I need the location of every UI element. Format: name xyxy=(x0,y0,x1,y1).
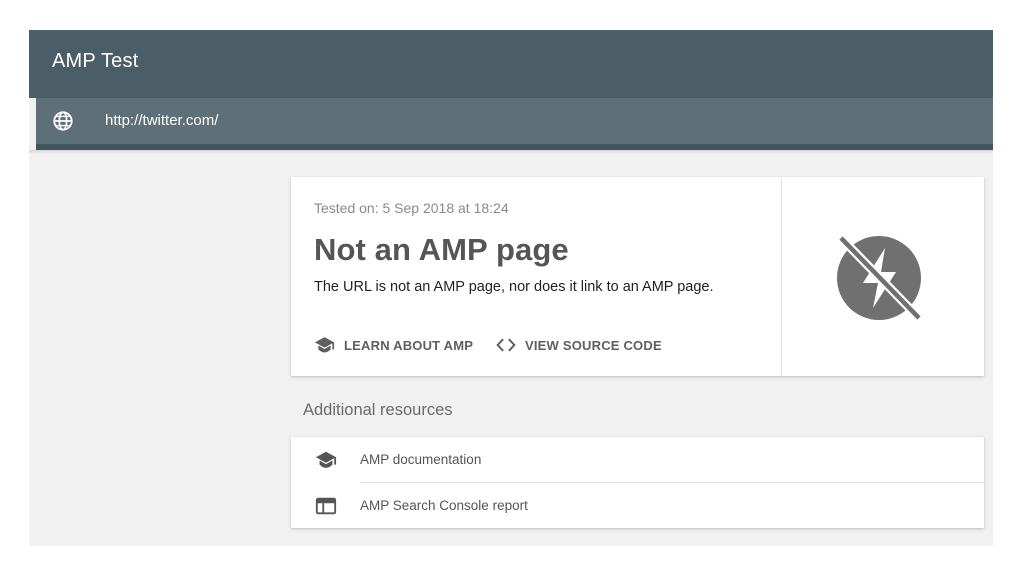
resource-label: AMP documentation xyxy=(360,452,482,467)
resource-item-amp-documentation[interactable]: AMP documentation xyxy=(291,437,984,482)
resource-label: AMP Search Console report xyxy=(360,498,528,513)
result-card: Tested on: 5 Sep 2018 at 18:24 Not an AM… xyxy=(291,177,984,376)
app-window: AMP Test http://twitter.com/ Tested on: … xyxy=(29,30,993,546)
tested-on-timestamp: Tested on: 5 Sep 2018 at 18:24 xyxy=(314,200,509,216)
result-description: The URL is not an AMP page, nor does it … xyxy=(314,279,714,295)
globe-icon xyxy=(53,111,73,131)
result-status-panel xyxy=(782,177,984,376)
view-source-code-button[interactable]: VIEW SOURCE CODE xyxy=(496,335,662,355)
school-icon xyxy=(314,337,335,353)
header-shadow xyxy=(29,150,993,154)
app-title: AMP Test xyxy=(52,50,139,72)
web-report-icon xyxy=(315,497,337,515)
additional-resources-heading: Additional resources xyxy=(303,401,453,419)
school-icon xyxy=(315,451,337,468)
url-bar[interactable]: http://twitter.com/ xyxy=(36,98,993,150)
app-bar: AMP Test xyxy=(29,30,993,98)
result-summary: Tested on: 5 Sep 2018 at 18:24 Not an AM… xyxy=(291,177,782,376)
resource-item-search-console-report[interactable]: AMP Search Console report xyxy=(291,483,984,528)
view-source-code-label: VIEW SOURCE CODE xyxy=(525,337,662,353)
resources-list: AMP documentation AMP Search Console rep… xyxy=(291,437,984,528)
amp-bolt-crossed-icon xyxy=(837,236,923,322)
tested-url[interactable]: http://twitter.com/ xyxy=(105,112,218,129)
result-title: Not an AMP page xyxy=(314,232,569,267)
learn-about-amp-label: LEARN ABOUT AMP xyxy=(344,337,474,353)
code-icon xyxy=(496,338,516,352)
learn-about-amp-button[interactable]: LEARN ABOUT AMP xyxy=(314,335,473,355)
